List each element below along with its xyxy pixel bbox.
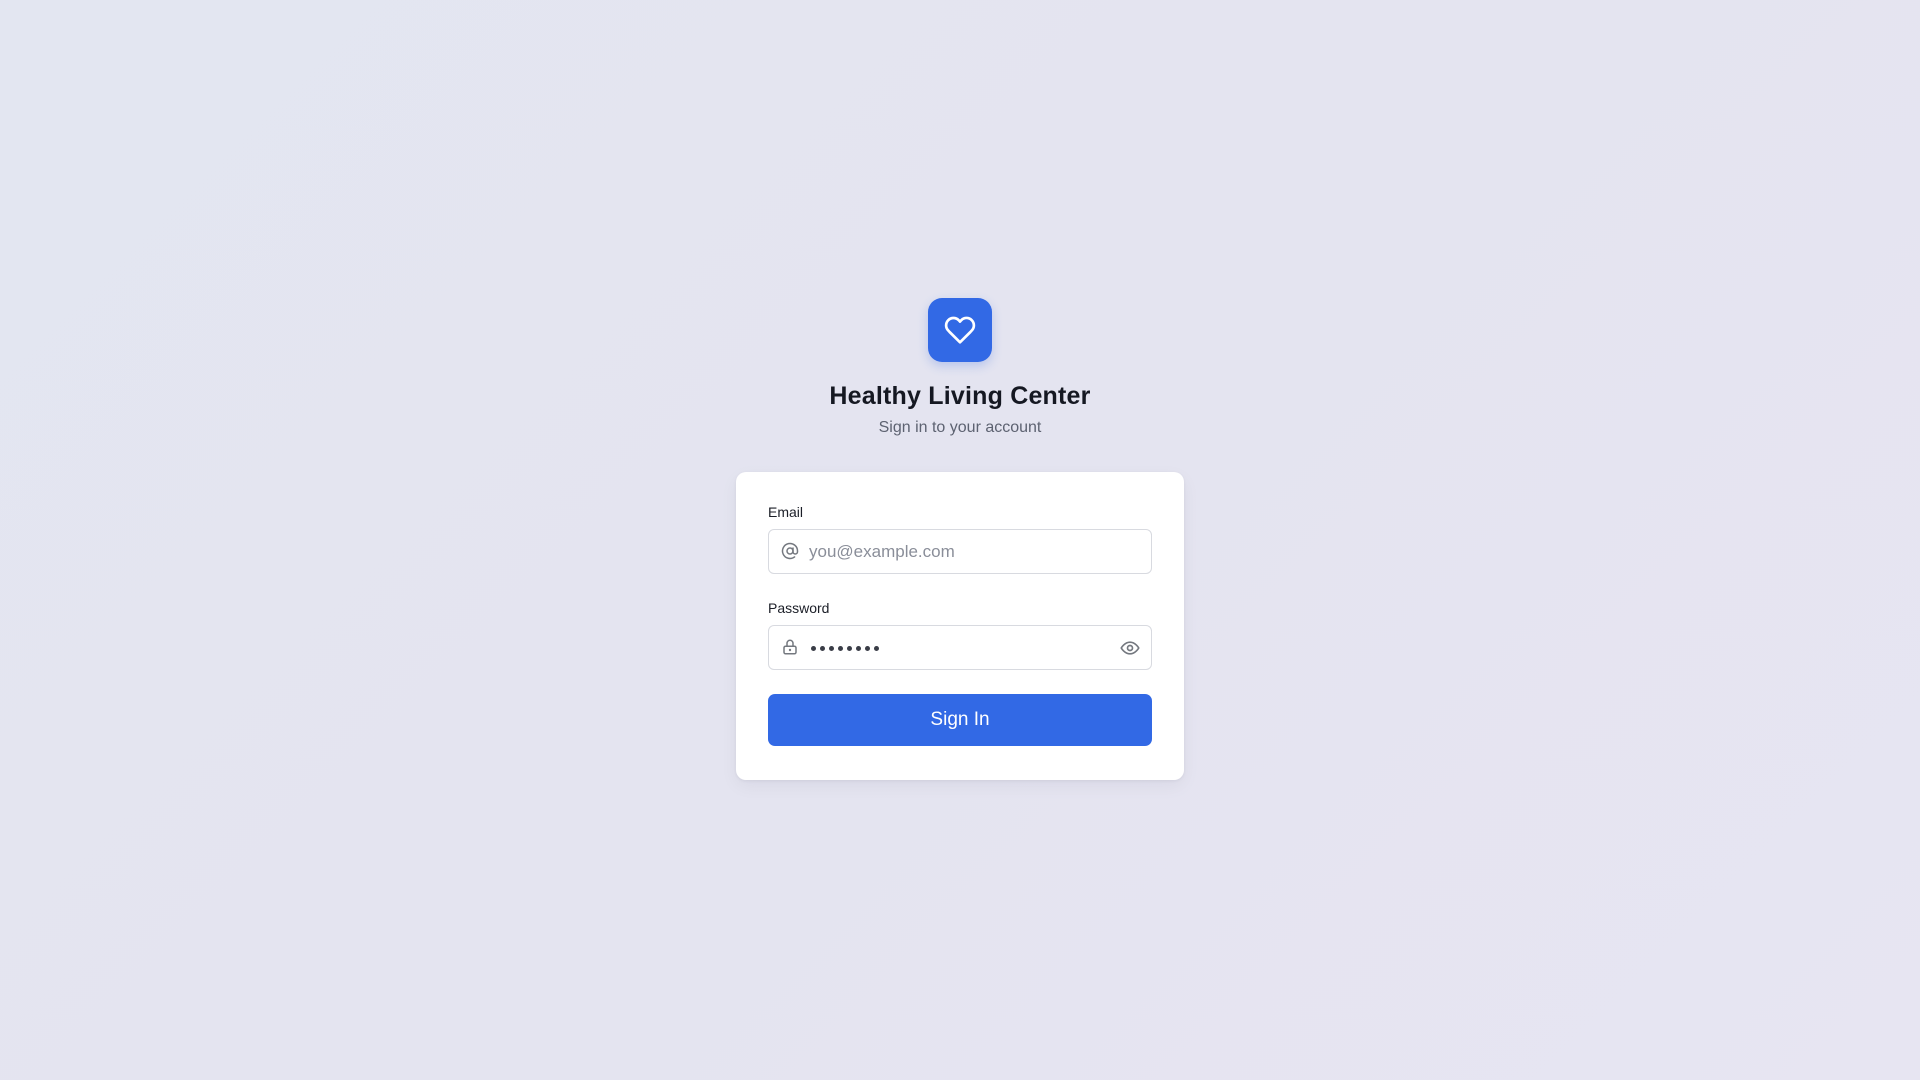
- heart-icon: [944, 316, 976, 344]
- login-card: Email Password Sign In: [736, 472, 1184, 780]
- password-mask-dot: [838, 645, 843, 651]
- password-field[interactable]: [768, 625, 1152, 670]
- sign-in-button[interactable]: Sign In: [768, 694, 1152, 746]
- lock-icon: [783, 639, 797, 655]
- password-input[interactable]: [811, 639, 879, 657]
- eye-icon[interactable]: [1120, 638, 1140, 658]
- password-mask-dot: [829, 645, 834, 651]
- password-mask-dot: [856, 645, 861, 651]
- email-label: Email: [768, 504, 804, 520]
- email-field[interactable]: [768, 529, 1152, 574]
- login-container: Healthy Living Center Sign in to your ac…: [0, 298, 1920, 780]
- password-mask-dot: [820, 645, 825, 651]
- brand-logo: [928, 298, 992, 362]
- password-mask-dot: [874, 645, 879, 651]
- at-sign-icon: [781, 542, 799, 560]
- password-label: Password: [768, 600, 830, 616]
- password-mask-dot: [865, 645, 870, 651]
- page-title: Healthy Living Center: [829, 382, 1091, 410]
- page-subtitle: Sign in to your account: [878, 419, 1042, 436]
- password-mask-dot: [847, 645, 852, 651]
- email-input[interactable]: [809, 530, 1109, 573]
- password-mask-dot: [811, 645, 816, 651]
